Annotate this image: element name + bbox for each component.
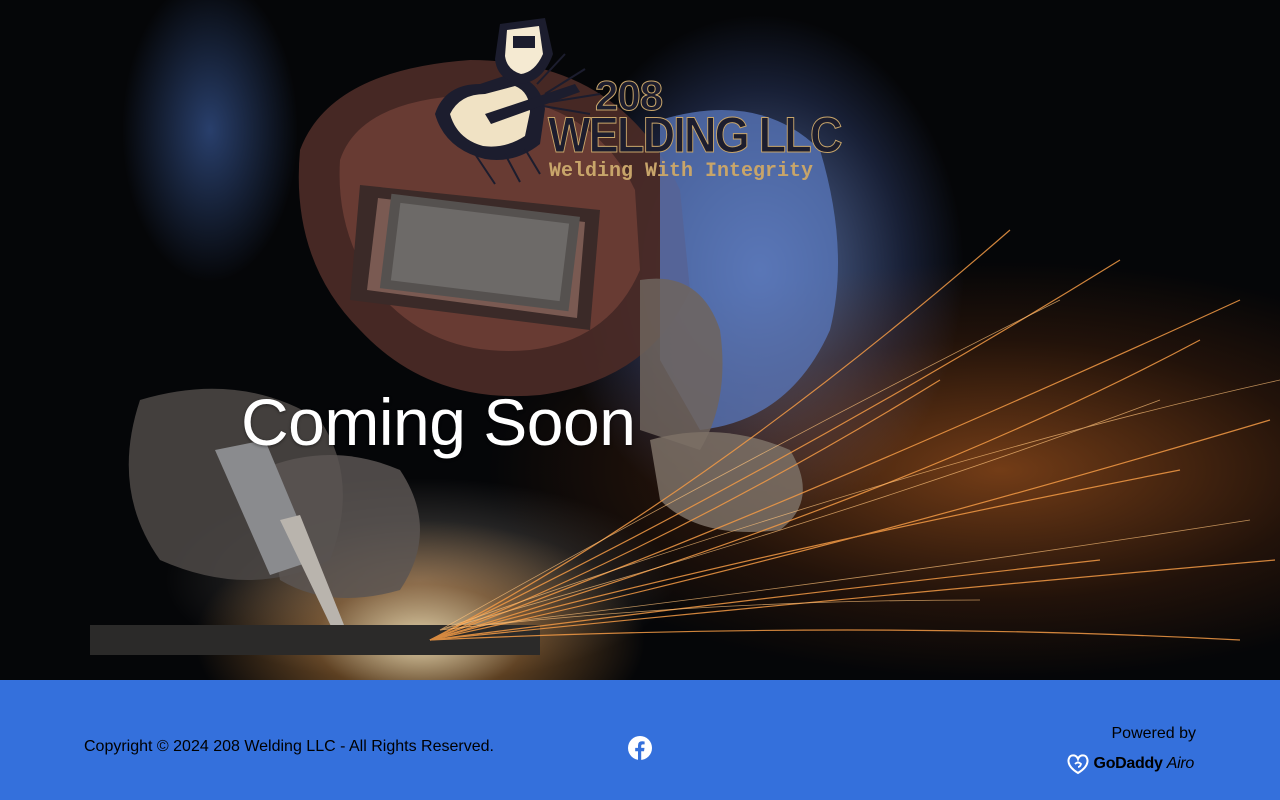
facebook-icon[interactable] — [628, 736, 652, 760]
logo-tagline: Welding With Integrity — [549, 160, 814, 183]
copyright-text: Copyright © 2024 208 Welding LLC - All R… — [84, 738, 494, 755]
godaddy-airo-link[interactable]: GoDaddy Airo — [1066, 752, 1194, 776]
godaddy-wordmark: GoDaddy Airo — [1093, 755, 1195, 773]
logo-name: WELDING LLC — [548, 107, 843, 164]
company-logo[interactable]: 208 WELDING LLC Welding With Integrity — [425, 14, 860, 189]
godaddy-logo-icon — [1067, 754, 1089, 775]
hero-section: 208 WELDING LLC Welding With Integrity C… — [0, 0, 1280, 680]
brand-product: Airo — [1166, 755, 1195, 772]
coming-soon-heading: Coming Soon — [241, 385, 636, 459]
powered-by-label: Powered by — [1111, 725, 1197, 742]
brand-name: GoDaddy — [1093, 755, 1163, 772]
